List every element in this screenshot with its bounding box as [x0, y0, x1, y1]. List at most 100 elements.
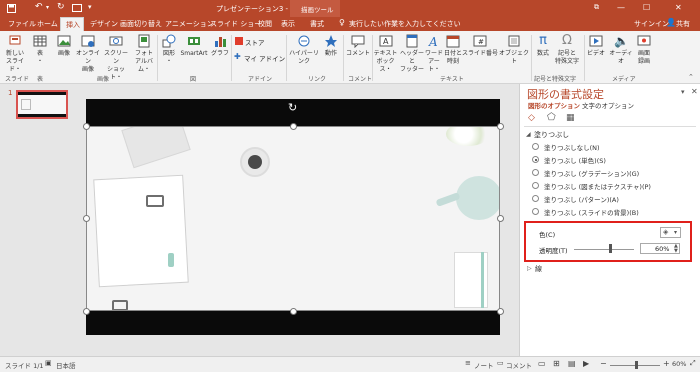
spinner-arrows-icon[interactable]: ▲ ▼: [674, 244, 678, 254]
fill-option-radio-gradient[interactable]: [532, 169, 539, 176]
effects-icon[interactable]: ⬠: [547, 112, 556, 123]
online-pictures-button[interactable]: オンライン 画像: [75, 34, 101, 74]
resize-handle-s[interactable]: [290, 308, 297, 315]
fill-option-radio-solid[interactable]: [532, 156, 539, 163]
transparency-slider-thumb[interactable]: [609, 244, 612, 253]
comments-button[interactable]: コメント: [506, 360, 532, 370]
transparency-spinner[interactable]: 60% ▲ ▼: [640, 243, 680, 254]
zoom-level[interactable]: 60%: [672, 360, 686, 368]
tab-transitions[interactable]: 画面切り替え: [120, 19, 162, 29]
pane-close-icon[interactable]: ✕: [691, 87, 698, 96]
save-icon[interactable]: [7, 4, 16, 13]
fill-option-radio-none[interactable]: [532, 143, 539, 150]
wordart-button[interactable]: A ワード アート・: [425, 34, 443, 74]
tab-design[interactable]: デザイン: [90, 19, 118, 29]
pictures-button[interactable]: 画像: [55, 34, 73, 58]
signin-link[interactable]: サインイン: [634, 19, 669, 29]
resize-handle-ne[interactable]: [497, 123, 504, 130]
smartart-button[interactable]: SmartArt: [179, 34, 209, 58]
normal-view-icon[interactable]: ▭: [538, 359, 546, 368]
my-addins-button[interactable]: マイ アドイン: [244, 53, 285, 63]
tab-view[interactable]: 表示: [281, 19, 295, 29]
new-slide-button[interactable]: 新しい スライド・: [3, 34, 27, 74]
resize-handle-nw[interactable]: [83, 123, 90, 130]
action-button[interactable]: 動作: [322, 34, 340, 58]
zoom-in-icon[interactable]: +: [663, 359, 670, 368]
notes-icon[interactable]: ≡: [465, 359, 471, 367]
ribbon-display-options-icon[interactable]: ⧉: [594, 3, 599, 12]
object-button[interactable]: オブジェクト: [499, 34, 529, 66]
equation-button[interactable]: π 数式: [533, 34, 553, 58]
chart-button[interactable]: グラフ: [210, 34, 230, 58]
collapse-ribbon-icon[interactable]: ⌃: [688, 73, 694, 81]
resize-handle-w[interactable]: [83, 215, 90, 222]
zoom-slider-thumb[interactable]: [635, 361, 638, 369]
screen-recording-button[interactable]: 画面 録画: [634, 34, 654, 66]
my-addins-icon[interactable]: ✚: [234, 52, 241, 61]
fill-option-gradient[interactable]: 塗りつぶし (グラデーション)(G): [544, 168, 639, 178]
tell-me-icon[interactable]: ♀: [339, 18, 345, 27]
size-properties-icon[interactable]: ▦: [566, 113, 575, 123]
tab-home[interactable]: ホーム: [37, 19, 58, 29]
symbol-button[interactable]: Ω 記号と 特殊文字: [554, 34, 580, 66]
zoom-out-icon[interactable]: −: [600, 359, 607, 368]
photo-album-button[interactable]: フォト アルバム・: [131, 34, 157, 74]
language[interactable]: 日本語: [56, 360, 76, 370]
tab-format[interactable]: 書式: [310, 19, 324, 29]
fill-line-icon[interactable]: ◇: [528, 113, 535, 123]
store-icon[interactable]: [235, 37, 243, 45]
tab-animations[interactable]: アニメーション: [165, 19, 214, 29]
tab-shape-options[interactable]: 図形のオプション: [528, 100, 580, 110]
tab-slideshow[interactable]: スライド ショー: [210, 19, 261, 29]
share-icon[interactable]: 👤: [666, 18, 676, 27]
redo-icon[interactable]: ↻: [57, 2, 65, 12]
table-button[interactable]: 表 ・: [31, 34, 49, 66]
fill-option-radio-pattern[interactable]: [532, 195, 539, 202]
slide[interactable]: ↻: [83, 99, 504, 335]
header-footer-button[interactable]: ヘッダーと フッター: [400, 34, 424, 74]
transparency-value[interactable]: 60%: [655, 245, 669, 253]
text-box-button[interactable]: A テキスト ボックス・: [372, 34, 399, 74]
line-section-expander-icon[interactable]: ▷: [527, 265, 532, 272]
rotate-handle-icon[interactable]: ↻: [288, 101, 297, 114]
fill-option-solid[interactable]: 塗りつぶし (単色)(S): [544, 155, 606, 165]
close-button[interactable]: ✕: [675, 3, 682, 12]
spell-check-icon[interactable]: ▣: [45, 359, 52, 367]
share-button[interactable]: 共有: [676, 19, 690, 29]
undo-icon[interactable]: ↶: [35, 2, 43, 12]
fill-option-pattern[interactable]: 塗りつぶし (パターン)(A): [544, 194, 619, 204]
tab-review[interactable]: 校閲: [258, 19, 272, 29]
fill-section-expander-icon[interactable]: ◢: [526, 131, 531, 138]
tab-insert-active[interactable]: 挿入: [60, 17, 84, 31]
tab-text-options[interactable]: 文字のオプション: [582, 100, 634, 110]
comments-icon[interactable]: ▭: [497, 359, 504, 367]
customize-qat-icon[interactable]: ▾: [88, 3, 92, 11]
fill-option-radio-picture[interactable]: [532, 182, 539, 189]
hyperlink-button[interactable]: ハイパーリンク: [287, 34, 321, 66]
store-button[interactable]: ストア: [245, 37, 265, 47]
maximize-button[interactable]: ☐: [643, 3, 650, 12]
video-button[interactable]: ビデオ: [586, 34, 606, 58]
fill-option-radio-background[interactable]: [532, 208, 539, 215]
shapes-button[interactable]: 図形 ・: [160, 34, 178, 66]
tell-me-box[interactable]: 実行したい作業を入力してください: [349, 19, 461, 29]
minimize-button[interactable]: —: [617, 3, 625, 12]
slide-number-button[interactable]: # スライド番号: [462, 34, 498, 58]
comment-button[interactable]: コメント: [346, 34, 370, 58]
resize-handle-se[interactable]: [497, 308, 504, 315]
slideshow-view-icon[interactable]: ▶: [583, 359, 589, 368]
pane-dropdown-icon[interactable]: ▾: [681, 88, 685, 96]
start-slideshow-icon[interactable]: [72, 4, 82, 12]
notes-button[interactable]: ノート: [474, 360, 494, 370]
fill-option-background[interactable]: 塗りつぶし (スライドの背景)(B): [544, 207, 639, 217]
fill-option-picture[interactable]: 塗りつぶし (図またはテクスチャ)(P): [544, 181, 651, 191]
tab-file[interactable]: ファイル: [8, 19, 36, 29]
resize-handle-sw[interactable]: [83, 308, 90, 315]
reading-view-icon[interactable]: ▤: [568, 359, 576, 368]
fill-option-none[interactable]: 塗りつぶしなし(N): [544, 142, 600, 152]
line-section-header[interactable]: 線: [535, 264, 542, 274]
undo-dropdown-icon[interactable]: ▾: [46, 4, 49, 11]
color-picker-button[interactable]: ◈ ▾: [660, 227, 681, 238]
date-time-button[interactable]: 日付と 時刻: [444, 34, 462, 66]
resize-handle-n[interactable]: [290, 123, 297, 130]
